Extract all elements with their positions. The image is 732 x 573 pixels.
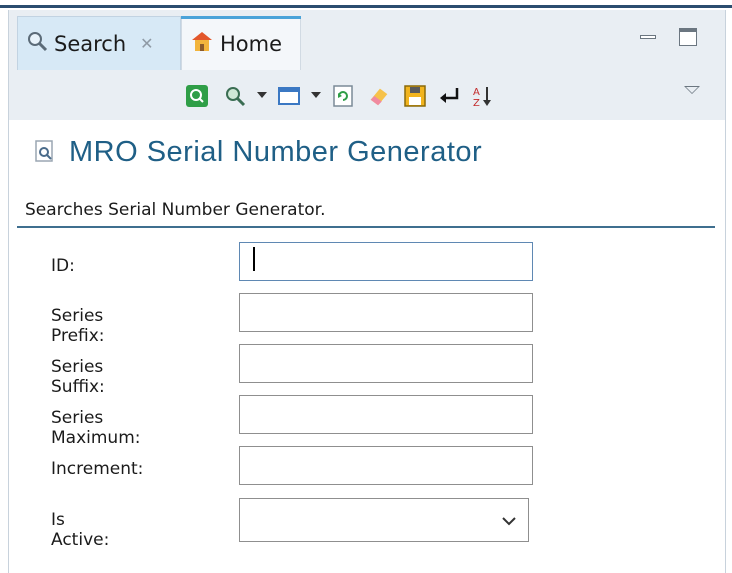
toolbar: AZ — [9, 70, 725, 120]
series-suffix-label: Series Suffix: — [51, 357, 105, 397]
tab-home-label: Home — [220, 31, 283, 56]
page-description: Searches Serial Number Generator. — [25, 200, 326, 220]
search-icon — [26, 30, 48, 57]
sort-icon[interactable]: AZ — [471, 84, 495, 108]
dropdown-arrow-icon[interactable] — [311, 92, 321, 98]
svg-text:A: A — [473, 87, 480, 98]
tab-search[interactable]: Search ✕ — [17, 16, 181, 70]
tab-home[interactable]: Home — [181, 16, 301, 70]
chevron-down-icon[interactable] — [684, 86, 700, 94]
series-prefix-field[interactable] — [239, 293, 533, 332]
page-title: MRO Serial Number Generator — [69, 136, 483, 168]
series-maximum-field[interactable] — [239, 395, 533, 434]
refresh-icon[interactable] — [331, 84, 355, 108]
tab-search-label: Search — [54, 31, 127, 56]
id-field[interactable] — [239, 242, 533, 281]
series-prefix-label: Series Prefix: — [51, 306, 105, 346]
minimize-icon[interactable] — [639, 28, 657, 46]
svg-text:Z: Z — [473, 98, 480, 108]
divider — [17, 226, 715, 228]
enter-icon[interactable] — [437, 84, 461, 108]
chevron-down-icon — [502, 510, 516, 531]
is-active-label: Is Active: — [51, 510, 110, 550]
window-icon[interactable] — [277, 84, 301, 108]
tab-bar: Search ✕ Home — [8, 10, 726, 70]
id-label: ID: — [51, 256, 75, 276]
close-icon[interactable]: ✕ — [140, 34, 153, 53]
eraser-icon[interactable] — [367, 84, 391, 108]
search-doc-icon — [33, 138, 57, 168]
maximize-icon[interactable] — [679, 28, 697, 46]
zoom-search-icon[interactable] — [223, 84, 247, 108]
page-header: MRO Serial Number Generator — [33, 136, 482, 169]
search-panel: AZ MRO Serial Number Generator Searches … — [8, 70, 726, 573]
series-suffix-field[interactable] — [239, 344, 533, 383]
save-icon[interactable] — [403, 84, 427, 108]
top-border — [0, 0, 732, 8]
home-icon — [190, 30, 214, 57]
increment-field[interactable] — [239, 446, 533, 485]
is-active-select[interactable] — [239, 498, 529, 542]
text-caret — [253, 247, 255, 271]
series-maximum-label: Series Maximum: — [51, 408, 141, 448]
increment-label: Increment: — [51, 459, 144, 479]
dropdown-arrow-icon[interactable] — [257, 92, 267, 98]
search-run-icon[interactable] — [185, 84, 209, 108]
